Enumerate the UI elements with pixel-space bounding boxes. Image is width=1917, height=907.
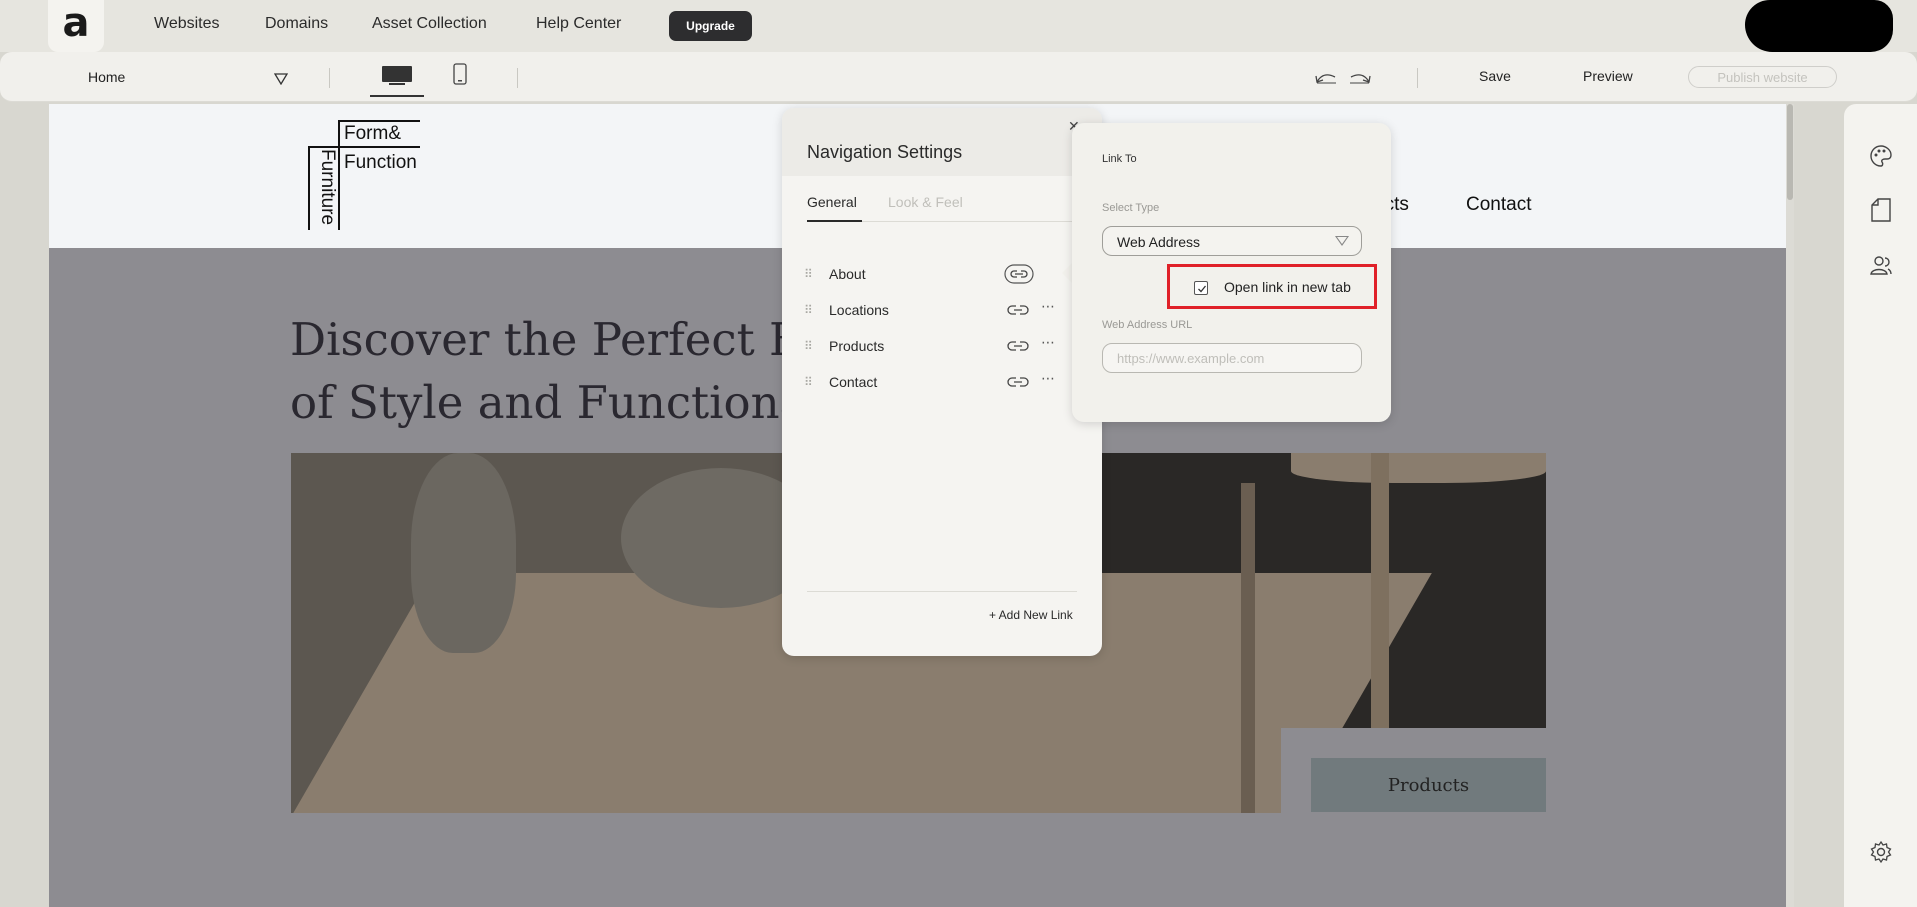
cta-panel <box>1281 728 1546 907</box>
nav-link-domains[interactable]: Domains <box>265 15 328 33</box>
select-type-dropdown[interactable]: Web Address <box>1102 226 1362 256</box>
link-icon[interactable] <box>1004 264 1034 284</box>
tab-look-and-feel[interactable]: Look & Feel <box>888 194 963 210</box>
more-icon[interactable]: ⋯ <box>1041 370 1055 387</box>
select-type-value: Web Address <box>1117 234 1201 250</box>
nav-item-locations[interactable]: ⠿ Locations ⋯ <box>804 297 1082 325</box>
nav-item-label: Locations <box>829 302 889 318</box>
drag-handle-icon[interactable]: ⠿ <box>804 339 813 353</box>
palette-icon[interactable] <box>1869 144 1893 173</box>
app-logo[interactable]: a <box>48 0 104 52</box>
select-type-label: Select Type <box>1102 202 1160 214</box>
page-select-value[interactable]: Home <box>88 69 125 85</box>
monitor-icon <box>381 65 413 90</box>
nav-item-products[interactable]: ⠿ Products ⋯ <box>804 333 1082 361</box>
nav-item-label: About <box>829 266 866 282</box>
open-in-new-tab-checkbox[interactable] <box>1194 281 1208 295</box>
logo-letter: a <box>62 0 90 46</box>
drag-handle-icon[interactable]: ⠿ <box>804 267 813 281</box>
navigation-settings-panel: ✕ Navigation Settings General Look & Fee… <box>782 108 1102 656</box>
drag-handle-icon[interactable]: ⠿ <box>804 375 813 389</box>
nav-link-websites[interactable]: Websites <box>154 15 220 33</box>
right-tool-sidebar <box>1844 104 1917 907</box>
more-icon[interactable]: ⋯ <box>1041 298 1055 315</box>
toolbar-divider <box>329 68 330 88</box>
chevron-down-icon[interactable] <box>273 72 289 90</box>
brand-word-form: Form& <box>344 123 401 144</box>
products-cta-button[interactable]: Products <box>1311 758 1546 812</box>
hero-title: Discover the Perfect Bl of Style and Fun… <box>290 308 816 434</box>
open-in-new-tab-label: Open link in new tab <box>1224 279 1351 295</box>
open-in-new-tab-option[interactable]: Open link in new tab <box>1167 264 1377 309</box>
brand-rule <box>308 146 420 148</box>
toolbar-divider <box>517 68 518 88</box>
link-icon[interactable] <box>1006 375 1030 389</box>
page-icon[interactable] <box>1871 198 1891 227</box>
brand-word-furniture: Furniture <box>317 149 338 226</box>
account-avatar[interactable] <box>1745 0 1893 52</box>
redo-icon[interactable] <box>1348 69 1372 90</box>
nav-item-label: Contact <box>829 374 878 390</box>
photo-stool-seat <box>1291 453 1546 483</box>
desktop-view-toggle[interactable] <box>370 57 424 97</box>
nav-item-label: Products <box>829 338 885 354</box>
site-brand-logo[interactable]: Form& Function Furniture <box>308 120 420 230</box>
undo-icon[interactable] <box>1314 69 1338 90</box>
link-icon[interactable] <box>1006 339 1030 353</box>
settings-gear-icon[interactable] <box>1869 840 1893 869</box>
link-to-panel: Link To Select Type Web Address Open lin… <box>1072 123 1391 422</box>
brand-word-function: Function <box>344 152 417 173</box>
tab-general[interactable]: General <box>807 194 857 210</box>
editor-toolbar: Home Save Preview Publish website <box>0 52 1917 102</box>
mobile-icon[interactable] <box>453 63 467 90</box>
brand-rule <box>338 120 340 230</box>
photo-vase <box>411 453 516 653</box>
nav-link-help-center[interactable]: Help Center <box>536 15 621 33</box>
publish-website-button[interactable]: Publish website <box>1688 66 1837 88</box>
more-icon[interactable]: ⋯ <box>1041 334 1055 351</box>
panel-divider <box>807 591 1077 592</box>
preview-button[interactable]: Preview <box>1583 68 1633 84</box>
photo-stool-leg <box>1241 483 1255 813</box>
users-icon[interactable] <box>1869 254 1893 281</box>
top-navigation-bar: a Websites Domains Asset Collection Help… <box>0 0 1917 52</box>
upgrade-button[interactable]: Upgrade <box>669 11 752 41</box>
site-nav-contact[interactable]: Contact <box>1466 194 1531 216</box>
active-tab-indicator <box>807 220 862 222</box>
link-icon[interactable] <box>1006 303 1030 317</box>
checkmark-icon <box>1198 285 1207 293</box>
brand-rule <box>340 120 420 122</box>
nav-link-asset-collection[interactable]: Asset Collection <box>372 15 487 33</box>
web-address-url-input[interactable] <box>1102 343 1362 373</box>
link-to-title: Link To <box>1102 153 1137 165</box>
nav-item-about[interactable]: ⠿ About <box>804 261 1082 289</box>
save-button[interactable]: Save <box>1479 68 1511 84</box>
canvas-scrollbar-track[interactable] <box>1786 104 1794 907</box>
drag-handle-icon[interactable]: ⠿ <box>804 303 813 317</box>
nav-item-contact[interactable]: ⠿ Contact ⋯ <box>804 369 1082 397</box>
panel-title: Navigation Settings <box>807 142 963 162</box>
canvas-scrollbar-thumb[interactable] <box>1787 104 1793 200</box>
add-new-link-button[interactable]: + Add New Link <box>989 608 1073 622</box>
chevron-down-icon <box>1335 236 1349 246</box>
web-address-url-label: Web Address URL <box>1102 319 1193 331</box>
toolbar-divider <box>1417 68 1418 88</box>
hero-title-line: of Style and Functiona <box>290 376 807 429</box>
hero-title-line: Discover the Perfect Bl <box>290 313 817 366</box>
